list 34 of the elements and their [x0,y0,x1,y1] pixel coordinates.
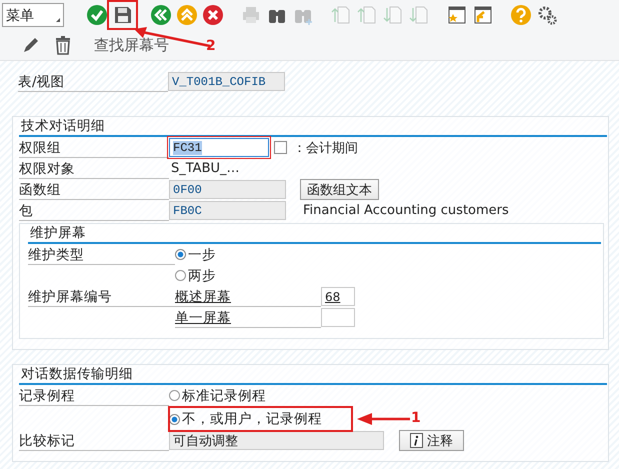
table-view-field[interactable]: V_T001B_COFIB [168,72,285,91]
group-title: 对话数据传输明细 [19,365,607,385]
description-text: ：会计期间 [293,140,358,156]
exit-icon[interactable] [174,2,200,28]
function-group-field[interactable]: 0F00 [169,180,286,199]
auth-object-value: S_TABU_… [170,161,240,176]
package-description: Financial Accounting customers [303,203,509,218]
cancel-icon[interactable] [200,2,226,28]
auth-group-input[interactable]: FC31 [169,138,269,157]
menu-dropdown[interactable]: 菜单 [2,3,64,27]
radio-option[interactable]: 不，或用户，记录例程 [169,410,322,428]
value-help-icon[interactable] [274,141,287,154]
note-button[interactable]: 注释 [399,430,464,451]
info-icon [410,433,423,448]
annotation-arrow [357,413,410,425]
find-screen-number-button[interactable]: 查找屏幕号 [90,36,173,54]
screen-number-input[interactable] [321,308,355,327]
field-label: 维护类型 [28,244,175,264]
back-icon[interactable] [148,2,174,28]
radio-option[interactable]: 两步 [175,266,216,284]
highlight-box [107,0,138,30]
field-label: 权限对象 [19,158,169,178]
function-group-text-button[interactable]: 函数组文本 [300,179,379,200]
package-field[interactable]: FB0C [169,201,286,220]
compare-flag-field[interactable]: 可自动调整 [169,431,384,450]
annotation-number: 1 [411,410,421,426]
radio-option[interactable]: 一步 [175,246,216,264]
annotation-number: 2 [206,38,216,54]
screen-number-input[interactable]: 68 [321,287,355,306]
radio-option[interactable]: 标准记录例程 [169,386,266,404]
field-label: 记录例程 [19,386,169,406]
field-label: 维护屏幕编号 [28,286,175,306]
check-icon[interactable] [84,2,110,28]
group-title: 维护屏幕 [28,224,601,244]
